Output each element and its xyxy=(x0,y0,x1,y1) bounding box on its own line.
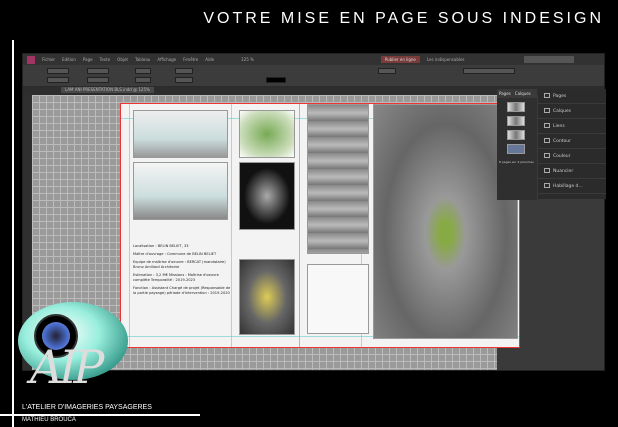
side-calques[interactable]: Calques xyxy=(538,104,606,119)
publish-button[interactable]: Publier en ligne xyxy=(380,56,420,63)
section-image[interactable] xyxy=(133,110,228,158)
stroke-style[interactable] xyxy=(266,77,286,83)
project-info: Localisation : BELIN BELIET, 33 Maître d… xyxy=(133,244,233,299)
info-location: Localisation : BELIN BELIET, 33 xyxy=(133,244,189,248)
workspace-select[interactable]: Les indispensables xyxy=(427,57,465,62)
menu-tableau[interactable]: Tableau xyxy=(135,57,150,62)
x-field[interactable] xyxy=(47,68,69,74)
shear-field[interactable] xyxy=(175,77,193,83)
brand-name: L'ATELIER D'IMAGERIES PAYSAGERES xyxy=(22,404,152,411)
banner-title: VOTRE MISE EN PAGE SOUS INDESIGN xyxy=(203,10,604,27)
document-tab[interactable]: LAM ANI PRESENTATION BLS.indd @ 125% xyxy=(61,86,154,93)
side-couleur[interactable]: Couleur xyxy=(538,149,606,164)
info-team: Equipe de maîtrise d'oeuvre : BERCAT (ma… xyxy=(133,260,226,269)
swatches-icon xyxy=(544,168,550,173)
scale-y-field[interactable] xyxy=(135,77,151,83)
control-panel xyxy=(23,65,604,87)
page-thumbnail[interactable] xyxy=(507,130,525,140)
side-nuancier[interactable]: Nuancier xyxy=(538,164,606,179)
stroke-weight-field[interactable] xyxy=(378,68,396,74)
page-thumbnail[interactable] xyxy=(507,116,525,126)
wrap-icon xyxy=(544,183,550,188)
plan-strip-image[interactable] xyxy=(307,104,369,254)
tab-calques[interactable]: Calques xyxy=(515,91,531,96)
width-field[interactable] xyxy=(87,68,109,74)
frame-line xyxy=(0,414,200,416)
menu-fenetre[interactable]: Fenêtre xyxy=(183,57,198,62)
indesign-logo-icon xyxy=(27,55,35,64)
menu-page[interactable]: Page xyxy=(83,57,93,62)
menu-edition[interactable]: Edition xyxy=(62,57,76,62)
section-image[interactable] xyxy=(133,162,228,220)
plan-diagram-image[interactable] xyxy=(307,264,369,334)
pages-status: 8 pages sur 4 planches xyxy=(499,160,534,164)
pages-icon xyxy=(544,93,550,98)
menu-texte[interactable]: Texte xyxy=(100,57,111,62)
zoom-level[interactable]: 125 % xyxy=(241,57,254,62)
layers-icon xyxy=(544,108,550,113)
aerial-image[interactable] xyxy=(239,259,295,335)
map-image[interactable] xyxy=(239,162,295,230)
tab-pages[interactable]: Pages xyxy=(499,91,511,96)
brand-author: MATHIEU BROUCA xyxy=(22,417,76,423)
style-select[interactable] xyxy=(463,68,515,74)
sketch-image[interactable] xyxy=(239,110,295,158)
menu-objet[interactable]: Objet xyxy=(117,57,128,62)
side-pages[interactable]: Pages xyxy=(538,89,606,104)
menu-aide[interactable]: Aide xyxy=(205,57,214,62)
menu-bar: Fichier Edition Page Texte Objet Tableau… xyxy=(23,54,604,65)
y-field[interactable] xyxy=(47,77,69,83)
info-role: Fonction : Assistant Chargé de projet (R… xyxy=(133,286,231,295)
links-icon xyxy=(544,123,550,128)
rotate-field[interactable] xyxy=(175,68,193,74)
side-habillage[interactable]: Habillage d... xyxy=(538,179,606,194)
info-client: Maître d'ouvrage : Commune de BELIN BELI… xyxy=(133,252,217,256)
color-icon xyxy=(544,153,550,158)
stroke-icon xyxy=(544,138,550,143)
page-thumbnail[interactable] xyxy=(507,102,525,112)
menu-affichage[interactable]: Affichage xyxy=(157,57,176,62)
side-contour[interactable]: Contour xyxy=(538,134,606,149)
page-thumbnail[interactable] xyxy=(507,144,525,154)
document-page[interactable]: Localisation : BELIN BELIET, 33 Maître d… xyxy=(120,103,520,348)
menu-fichier[interactable]: Fichier xyxy=(42,57,55,62)
side-panel: Pages Calques Liens Contour Couleur Nuan… xyxy=(538,89,606,199)
aip-logo-letters: AIP xyxy=(30,340,104,394)
pages-panel: Pages Calques 8 pages sur 4 planches xyxy=(497,89,537,200)
frame-line xyxy=(12,40,14,427)
scale-x-field[interactable] xyxy=(135,68,151,74)
info-estimate: Estimation : 3,2 M€ Missions : Maîtrise … xyxy=(133,273,219,282)
side-liens[interactable]: Liens xyxy=(538,119,606,134)
search-input[interactable] xyxy=(524,56,574,63)
height-field[interactable] xyxy=(87,77,109,83)
